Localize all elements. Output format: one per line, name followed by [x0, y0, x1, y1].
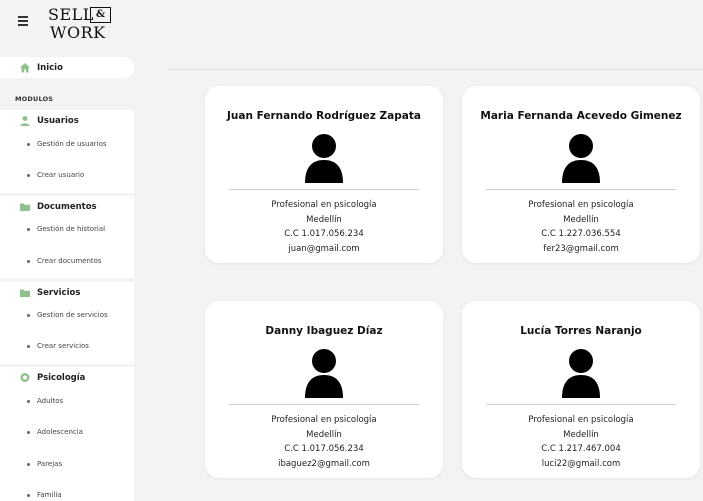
card-id: C.C 1.017.056.234 — [284, 444, 364, 454]
sidebar-item-usuarios[interactable]: Usuarios — [0, 110, 134, 131]
sidebar-subitem-crear-documentos[interactable]: Crear documentos — [27, 257, 102, 265]
user-icon — [20, 115, 30, 126]
sidebar-item-documentos[interactable]: Documentos — [0, 196, 134, 217]
card-name: Danny Ibaguez Díaz — [265, 325, 383, 337]
card-divider — [486, 189, 676, 190]
folder-icon — [20, 289, 30, 297]
professional-card[interactable]: Lucía Torres Naranjo Profesional en psic… — [462, 301, 700, 478]
bullet-icon — [27, 173, 30, 177]
card-email: juan@gmail.com — [288, 243, 360, 254]
menu-icon[interactable] — [18, 16, 30, 28]
bullet-icon — [27, 259, 30, 263]
sidebar-item-label: Servicios — [37, 287, 81, 298]
bullet-icon — [27, 493, 30, 497]
sidebar-subitem-gestion-historial[interactable]: Gestión de historial — [27, 225, 105, 233]
card-email: fer23@gmail.com — [543, 243, 619, 254]
sidebar-subitem-gestion-usuarios[interactable]: Gestión de usuarios — [27, 140, 107, 148]
card-info: Profesional en psicología Medellín C.C 1… — [205, 413, 443, 471]
sidebar-subitem-adolescencia[interactable]: Adolescencia — [27, 428, 83, 436]
sidebar-subitem-gestion-servicios[interactable]: Gestion de servicios — [27, 311, 108, 319]
card-divider — [486, 404, 676, 405]
section-label: MODULOS — [15, 95, 54, 103]
sidebar-item-servicios[interactable]: Servicios — [0, 282, 134, 303]
professional-card[interactable]: Danny Ibaguez Díaz Profesional en psicol… — [205, 301, 443, 478]
card-info: Profesional en psicología Medellín C.C 1… — [205, 198, 443, 256]
card-city: Medellín — [306, 429, 342, 440]
card-name: Maria Fernanda Acevedo Gimenez — [480, 110, 682, 122]
bullet-icon — [27, 227, 30, 231]
card-info: Profesional en psicología Medellín C.C 1… — [462, 198, 700, 256]
sidebar-item-label: Inicio — [37, 62, 63, 73]
sidebar-subitem-familia[interactable]: Familia — [27, 491, 62, 499]
card-profession: Profesional en psicología — [528, 415, 634, 425]
card-email: ibaguez2@gmail.com — [278, 458, 370, 469]
logo: SELL & WORK — [46, 5, 116, 45]
sidebar-item-inicio[interactable]: Inicio — [0, 57, 134, 78]
bullet-icon — [27, 399, 30, 403]
bullet-icon — [27, 313, 30, 317]
home-icon — [20, 62, 30, 72]
professional-card[interactable]: Juan Fernando Rodríguez Zapata Profesion… — [205, 86, 443, 263]
folder-icon — [20, 203, 30, 211]
avatar-icon — [305, 349, 343, 398]
sidebar-item-psicologia[interactable]: Psicología — [0, 367, 134, 388]
card-name: Juan Fernando Rodríguez Zapata — [227, 110, 421, 122]
header-divider — [168, 69, 703, 70]
card-id: C.C 1.217.467.004 — [541, 444, 621, 454]
sidebar-subitem-crear-servicios[interactable]: Crear servicios — [27, 342, 89, 350]
bullet-icon — [27, 142, 30, 146]
avatar-icon — [562, 134, 600, 183]
card-id: C.C 1.017.056.234 — [284, 229, 364, 239]
card-divider — [229, 189, 419, 190]
sidebar-item-label: Documentos — [37, 201, 97, 212]
bullet-icon — [27, 344, 30, 348]
card-profession: Profesional en psicología — [528, 200, 634, 210]
sidebar-item-label: Psicología — [37, 372, 86, 383]
bullet-icon — [27, 462, 30, 466]
card-divider — [229, 404, 419, 405]
professional-card[interactable]: Maria Fernanda Acevedo Gimenez Profesion… — [462, 86, 700, 263]
bullet-icon — [27, 430, 30, 434]
card-profession: Profesional en psicología — [271, 415, 377, 425]
card-info: Profesional en psicología Medellín C.C 1… — [462, 413, 700, 471]
sidebar-subitem-adultos[interactable]: Adultos — [27, 397, 63, 405]
avatar-icon — [562, 349, 600, 398]
card-profession: Profesional en psicología — [271, 200, 377, 210]
avatar-icon — [305, 134, 343, 183]
card-city: Medellín — [563, 429, 599, 440]
sidebar-subitem-parejas[interactable]: Parejas — [27, 460, 62, 468]
sidebar-item-label: Usuarios — [37, 115, 79, 126]
card-id: C.C 1.227.036.554 — [541, 229, 621, 239]
brain-icon — [20, 372, 30, 382]
sidebar-subitem-crear-usuario[interactable]: Crear usuario — [27, 171, 84, 179]
card-city: Medellín — [563, 214, 599, 225]
card-city: Medellín — [306, 214, 342, 225]
card-name: Lucía Torres Naranjo — [520, 325, 642, 337]
sidebar: SELL & WORK Inicio MODULOS Usuarios Gest… — [0, 0, 135, 501]
card-email: luci22@gmail.com — [541, 458, 621, 469]
